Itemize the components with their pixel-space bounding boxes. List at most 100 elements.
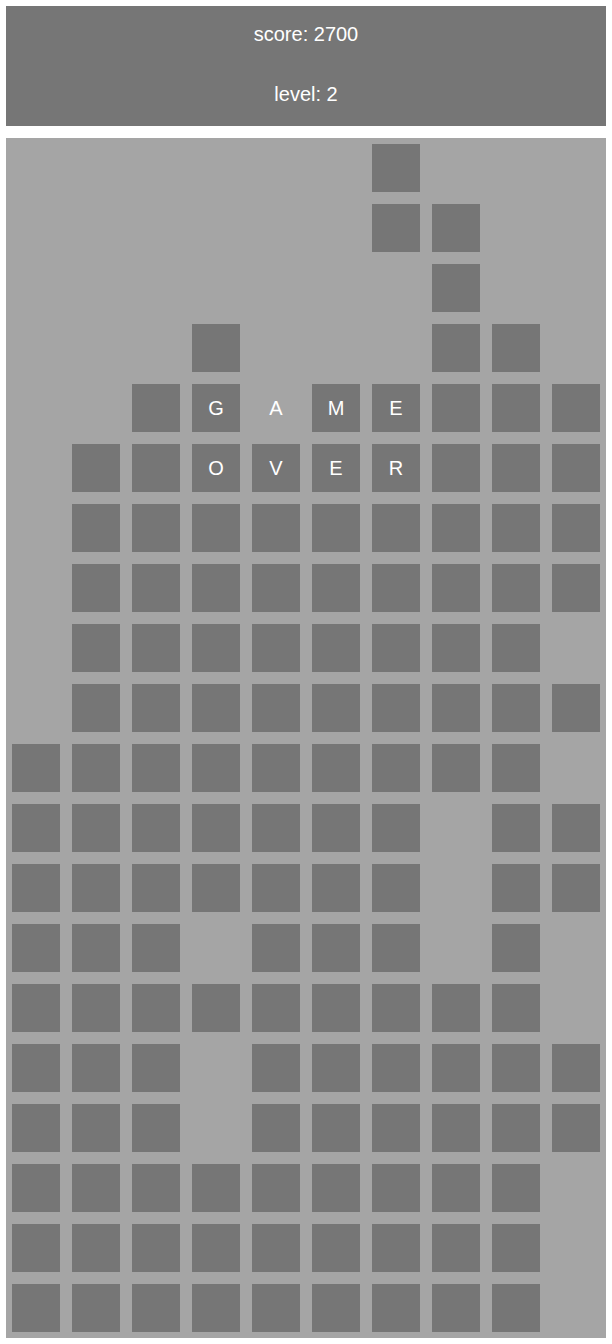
board-cell	[132, 624, 180, 672]
game-over-letter: A	[252, 384, 300, 432]
board-cell	[132, 924, 180, 972]
board-cell	[72, 1104, 120, 1152]
tetris-page: score: 2700level: 2GAMEOVER	[0, 0, 612, 1344]
board-cell	[552, 1164, 600, 1212]
board-cell	[312, 504, 360, 552]
board-cell	[12, 384, 60, 432]
board-cell	[372, 1044, 420, 1092]
board-cell	[132, 324, 180, 372]
board-cell	[492, 204, 540, 252]
game-over-letter: G	[192, 384, 240, 432]
board-cell	[72, 744, 120, 792]
board-cell	[312, 1284, 360, 1332]
board-cell	[312, 1104, 360, 1152]
board-cell	[72, 144, 120, 192]
board-cell	[312, 324, 360, 372]
board-cell	[252, 624, 300, 672]
board-cell	[372, 1224, 420, 1272]
board-cell	[72, 864, 120, 912]
board-cell	[252, 1284, 300, 1332]
board-cell	[192, 1284, 240, 1332]
board-cell	[312, 984, 360, 1032]
board-cell	[192, 1104, 240, 1152]
board-cell	[492, 564, 540, 612]
board-cell	[132, 1224, 180, 1272]
board-cell	[132, 444, 180, 492]
board-cell	[492, 744, 540, 792]
board-cell	[252, 684, 300, 732]
board-cell	[72, 444, 120, 492]
board-cell	[372, 924, 420, 972]
board-cell	[552, 504, 600, 552]
board-cell	[252, 1224, 300, 1272]
board-cell	[432, 1224, 480, 1272]
board-cell	[252, 144, 300, 192]
board-cell	[492, 804, 540, 852]
board-cell	[552, 804, 600, 852]
board-cell	[132, 504, 180, 552]
board-cell	[372, 144, 420, 192]
board-cell	[72, 624, 120, 672]
level-label: level: 2	[274, 82, 337, 106]
board-cell	[12, 504, 60, 552]
board-cell	[12, 264, 60, 312]
board-cell	[312, 624, 360, 672]
board-cell	[12, 324, 60, 372]
board-cell	[372, 624, 420, 672]
board-cell	[432, 684, 480, 732]
board-cell	[312, 264, 360, 312]
board-cell	[12, 684, 60, 732]
board-cell	[132, 204, 180, 252]
board-cell	[372, 504, 420, 552]
board-cell	[492, 864, 540, 912]
board-cell	[192, 324, 240, 372]
board-cell	[72, 1044, 120, 1092]
board-cell	[72, 1164, 120, 1212]
game-over-letter: E	[372, 384, 420, 432]
board-cell	[312, 204, 360, 252]
board-cell	[192, 504, 240, 552]
board-cell	[372, 324, 420, 372]
board-cell	[432, 1044, 480, 1092]
board-cell	[132, 984, 180, 1032]
board-cell	[12, 924, 60, 972]
board-cell	[432, 864, 480, 912]
board-cell	[72, 984, 120, 1032]
board-cell	[492, 384, 540, 432]
board-cell	[72, 684, 120, 732]
board-cell	[372, 1164, 420, 1212]
board-cell	[552, 744, 600, 792]
board-cell	[132, 1104, 180, 1152]
board-cell	[312, 864, 360, 912]
board-cell	[72, 1284, 120, 1332]
game-over-letter: M	[312, 384, 360, 432]
board-cell	[552, 924, 600, 972]
board-cell	[252, 204, 300, 252]
board-cell	[372, 744, 420, 792]
board-cell	[372, 1284, 420, 1332]
board-cell	[492, 1164, 540, 1212]
board-cell	[312, 924, 360, 972]
board-cell	[192, 624, 240, 672]
board-cell	[312, 1224, 360, 1272]
board-cell	[492, 684, 540, 732]
board-cell	[12, 1224, 60, 1272]
board-cell	[252, 264, 300, 312]
board-cell	[12, 1044, 60, 1092]
board-cell	[492, 1104, 540, 1152]
board-cell	[492, 324, 540, 372]
game-over-letter: O	[192, 444, 240, 492]
board-cell	[192, 1224, 240, 1272]
board-cell	[252, 804, 300, 852]
board-cell	[492, 1044, 540, 1092]
board-cell	[12, 144, 60, 192]
board-cell	[432, 624, 480, 672]
board-cell	[252, 1044, 300, 1092]
board-cell	[12, 984, 60, 1032]
board-cell	[372, 564, 420, 612]
board-cell	[72, 1224, 120, 1272]
board-cell	[552, 1044, 600, 1092]
board-cell	[192, 264, 240, 312]
board-cell	[12, 204, 60, 252]
board-cell	[12, 624, 60, 672]
